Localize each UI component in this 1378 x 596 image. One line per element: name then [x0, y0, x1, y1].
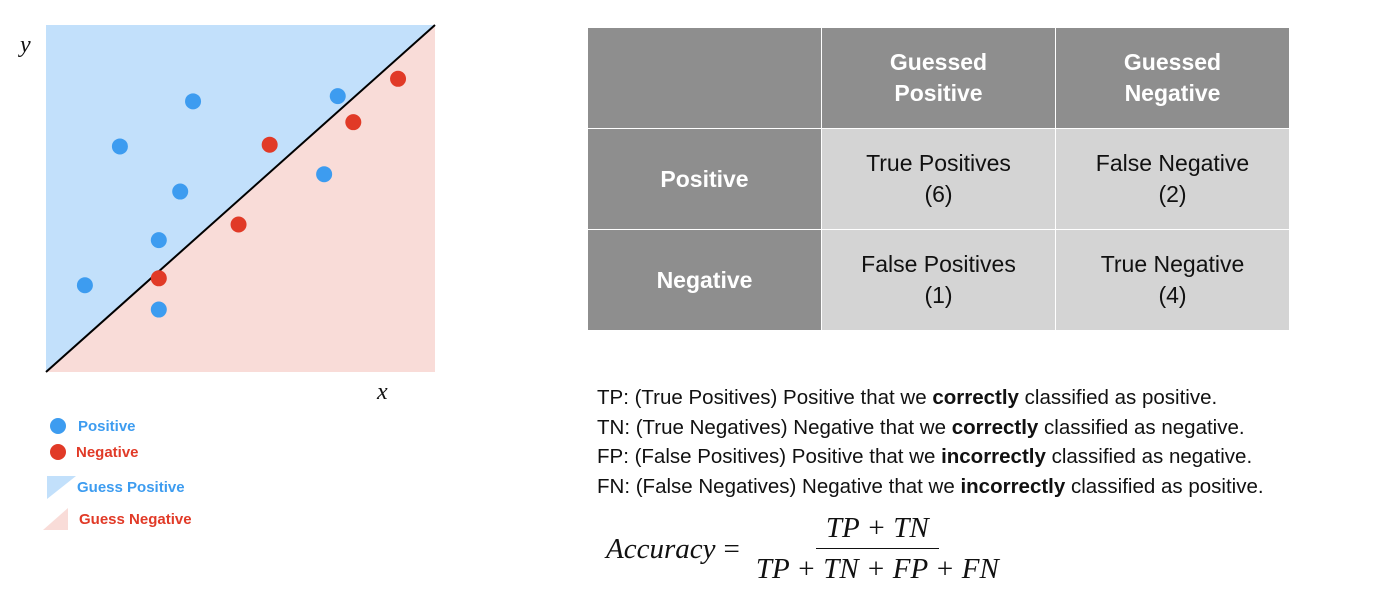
matrix-header-row: Guessed Positive Guessed Negative: [587, 27, 1290, 129]
formula-numerator: TP + TN: [815, 512, 939, 549]
positive-legend-marker: [50, 418, 66, 434]
definition-text: classified as positive.: [1018, 386, 1218, 409]
positive-point: [76, 277, 93, 294]
formula-equals: =: [723, 532, 740, 565]
cell-label: True Positives: [866, 150, 1011, 176]
positive-point: [111, 138, 128, 155]
matrix-row-positive: Positive True Positives (6) False Negati…: [587, 128, 1290, 230]
col-header-line: Guessed: [1123, 49, 1222, 75]
cell-label: False Negative: [1095, 150, 1250, 176]
definitions-list: TP: (True Positives) Positive that we co…: [597, 383, 1264, 501]
definition-text: classified as positive.: [1065, 474, 1264, 498]
formula-denominator: TP + TN + FP + FN: [755, 553, 999, 585]
negative-legend-marker: [50, 444, 66, 460]
definition-text: TN: (True Negatives) Negative that we: [597, 415, 952, 439]
row-header-negative: Negative: [587, 229, 822, 331]
cell-false-positives: False Positives (1): [821, 229, 1056, 331]
cell-true-negative: True Negative (4): [1055, 229, 1290, 331]
confusion-matrix: Guessed Positive Guessed Negative Positi…: [587, 27, 1290, 331]
col-header-line: Negative: [1124, 80, 1221, 106]
y-axis-label: y: [18, 32, 31, 58]
cell-count: (4): [1158, 282, 1187, 308]
legend-label: Negative: [76, 444, 139, 461]
negative-point: [150, 270, 167, 287]
formula-lhs: Accuracy: [606, 532, 716, 565]
negative-point: [261, 136, 278, 153]
definition-text: classified as negative.: [1045, 445, 1253, 468]
negative-point: [390, 70, 407, 87]
definition-emphasis: correctly: [932, 386, 1019, 409]
definition-text: classified as negative.: [1038, 415, 1245, 439]
accuracy-formula: Accuracy = TP + TN TP + TN + FP + FN: [606, 512, 1005, 586]
cell-count: (2): [1158, 181, 1187, 207]
definition-tp: TP: (True Positives) Positive that we co…: [597, 383, 1264, 413]
negative-point: [230, 216, 247, 233]
col-header-line: Guessed: [889, 49, 988, 75]
positive-point: [172, 183, 189, 200]
cell-count: (1): [924, 282, 953, 308]
cell-count: (6): [924, 181, 953, 207]
definition-emphasis: incorrectly: [941, 445, 1046, 468]
x-axis-label: x: [376, 379, 388, 405]
legend: Positive Negative Guess Positive Guess Nega…: [43, 418, 192, 530]
negative-point: [345, 114, 362, 131]
definition-text: FN: (False Negatives) Negative that we: [597, 474, 961, 498]
positive-point: [316, 166, 333, 183]
positive-point: [150, 232, 167, 249]
col-header-guessed-negative: Guessed Negative: [1055, 27, 1290, 129]
definition-fp: FP: (False Positives) Positive that we i…: [597, 442, 1264, 472]
positive-point: [185, 93, 202, 110]
positive-point: [329, 88, 346, 105]
definition-tn: TN: (True Negatives) Negative that we co…: [597, 413, 1264, 443]
guess-negative-legend-marker: [43, 508, 68, 530]
scatter-plot: y x Positive Negative Guess Positive Guess …: [18, 24, 436, 530]
definition-fn: FN: (False Negatives) Negative that we i…: [597, 472, 1264, 502]
definition-emphasis: correctly: [951, 415, 1039, 439]
col-header-guessed-positive: Guessed Positive: [821, 27, 1056, 129]
formula-fraction: TP + TN TP + TN + FP + FN: [750, 512, 1005, 586]
cell-true-positives: True Positives (6): [821, 128, 1056, 230]
legend-label: Positive: [78, 418, 136, 435]
matrix-corner-cell: [587, 27, 822, 129]
col-header-line: Positive: [894, 80, 983, 106]
cell-false-negative: False Negative (2): [1055, 128, 1290, 230]
definition-text: TP: (True Positives) Positive that we: [597, 386, 933, 409]
plot-regions: [45, 24, 436, 373]
cell-label: True Negative: [1100, 251, 1245, 277]
matrix-row-negative: Negative False Positives (1) True Negati…: [587, 229, 1290, 331]
cell-label: False Positives: [861, 251, 1016, 277]
legend-label: Guess Positive: [77, 479, 185, 496]
definition-emphasis: incorrectly: [960, 474, 1066, 498]
positive-point: [150, 301, 167, 318]
guess-positive-legend-marker: [47, 476, 76, 499]
definition-text: FP: (False Positives) Positive that we: [597, 445, 942, 468]
legend-label: Guess Negative: [79, 511, 192, 528]
row-header-positive: Positive: [587, 128, 822, 230]
